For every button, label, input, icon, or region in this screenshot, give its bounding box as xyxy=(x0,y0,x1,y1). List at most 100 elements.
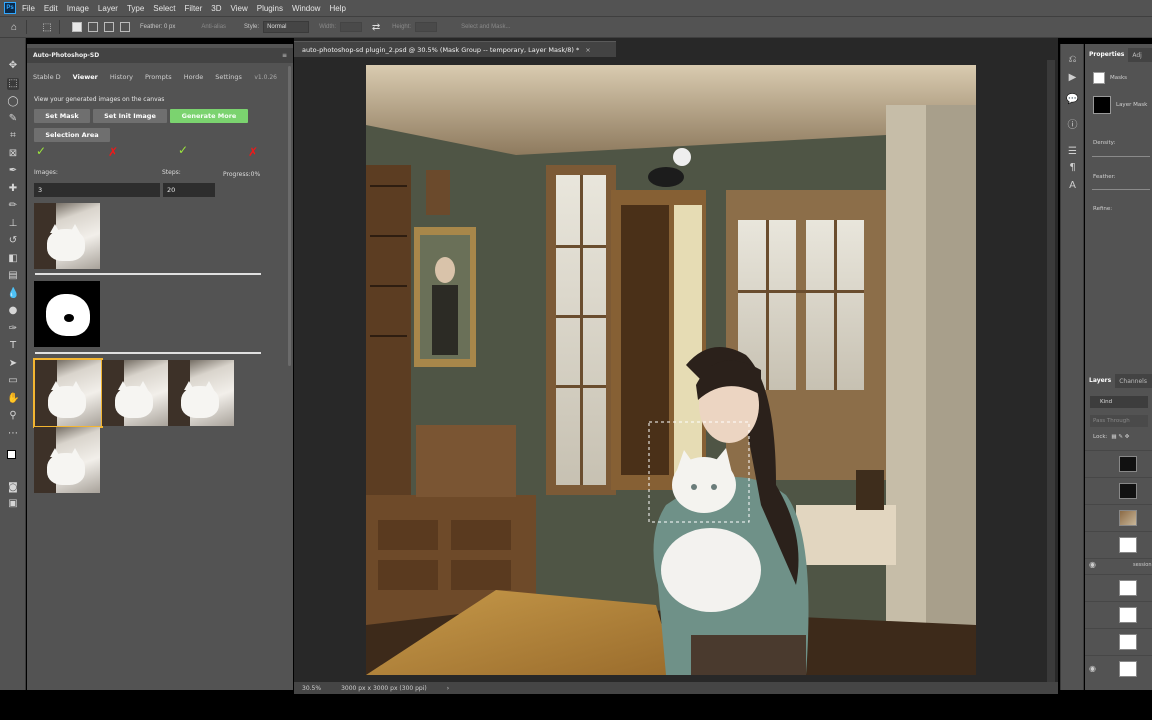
menu-file[interactable]: File xyxy=(22,4,35,13)
path-select-tool-icon[interactable]: ➤ xyxy=(7,358,19,370)
generated-image-thumbnail[interactable] xyxy=(33,358,103,428)
zoom-tool-icon[interactable]: ⚲ xyxy=(7,410,19,422)
quick-select-tool-icon[interactable]: ✎ xyxy=(7,113,19,125)
subtract-selection-icon[interactable] xyxy=(104,22,114,32)
foreground-color-swatch[interactable] xyxy=(7,450,16,459)
width-field[interactable] xyxy=(340,22,363,32)
tab-properties[interactable]: Properties xyxy=(1085,48,1129,62)
height-field[interactable] xyxy=(415,22,438,32)
healing-tool-icon[interactable]: ✚ xyxy=(7,183,19,195)
rectangle-tool-icon[interactable]: ▭ xyxy=(7,375,19,387)
layer-row[interactable] xyxy=(1085,477,1152,503)
tab-viewer[interactable]: Viewer xyxy=(73,73,98,81)
feather-slider[interactable] xyxy=(1092,189,1150,190)
info-panel-icon[interactable]: ⓘ xyxy=(1066,120,1079,132)
layer-mask-thumbnail[interactable] xyxy=(1093,96,1111,114)
screen-mode-icon[interactable]: ▣ xyxy=(7,498,19,510)
menu-window[interactable]: Window xyxy=(292,4,320,13)
dodge-tool-icon[interactable]: ● xyxy=(7,305,19,317)
move-tool-icon[interactable]: ✥ xyxy=(7,60,19,72)
intersect-selection-icon[interactable] xyxy=(120,22,130,32)
hand-tool-icon[interactable]: ✋ xyxy=(7,393,19,405)
brush-tool-icon[interactable]: ✏ xyxy=(7,200,19,212)
eyedropper-tool-icon[interactable]: ✒ xyxy=(7,165,19,177)
menu-view[interactable]: View xyxy=(231,4,248,13)
generated-image-thumbnail[interactable] xyxy=(34,427,100,493)
menu-plugins[interactable]: Plugins xyxy=(257,4,283,13)
tab-layers[interactable]: Layers xyxy=(1085,374,1116,388)
panel-menu-icon[interactable]: ≡ xyxy=(282,52,287,59)
tab-settings[interactable]: Settings xyxy=(215,73,242,81)
close-document-icon[interactable]: × xyxy=(585,46,590,54)
paragraph-panel-icon[interactable]: ¶ xyxy=(1066,162,1079,174)
frame-tool-icon[interactable]: ⊠ xyxy=(7,148,19,160)
layer-group-row[interactable]: ◉ session xyxy=(1085,558,1152,570)
density-slider[interactable] xyxy=(1092,156,1150,157)
menu-select[interactable]: Select xyxy=(153,4,175,13)
layer-row[interactable] xyxy=(1085,450,1152,476)
tab-prompts[interactable]: Prompts xyxy=(145,73,172,81)
lock-icons[interactable]: ▦ ✎ ✥ xyxy=(1111,434,1129,440)
quick-mask-icon[interactable]: ◙ xyxy=(7,482,19,494)
set-mask-button[interactable]: Set Mask xyxy=(34,109,90,123)
style-select[interactable]: Normal xyxy=(263,21,310,33)
tab-channels[interactable]: Channels xyxy=(1115,378,1151,385)
zoom-level[interactable]: 30.5% xyxy=(302,685,321,692)
adjustments-panel-icon[interactable]: ☰ xyxy=(1066,146,1079,158)
history-panel-icon[interactable]: ⎌ xyxy=(1066,54,1079,66)
stamp-tool-icon[interactable]: ⊥ xyxy=(7,218,19,230)
accept-mask-icon[interactable]: ✓ xyxy=(36,144,46,158)
steps-field[interactable]: 20 xyxy=(163,183,215,197)
actions-panel-icon[interactable]: ▶ xyxy=(1066,72,1079,84)
mask-thumbnail[interactable] xyxy=(34,281,100,347)
pen-tool-icon[interactable]: ✑ xyxy=(7,323,19,335)
menu-filter[interactable]: Filter xyxy=(185,4,203,13)
generated-image-thumbnail[interactable] xyxy=(168,360,234,426)
layer-row[interactable] xyxy=(1085,504,1152,530)
marquee-tool-icon[interactable]: ⬚ xyxy=(7,78,19,90)
canvas-vertical-scrollbar[interactable] xyxy=(1047,60,1055,682)
generate-more-button[interactable]: Generate More xyxy=(170,109,248,123)
set-init-image-button[interactable]: Set Init Image xyxy=(93,109,167,123)
layer-row[interactable] xyxy=(1085,601,1152,627)
images-count-field[interactable]: 3 xyxy=(34,183,160,197)
blur-tool-icon[interactable]: 💧 xyxy=(7,288,19,300)
gradient-tool-icon[interactable]: ▤ xyxy=(7,270,19,282)
tab-stable-diffusion[interactable]: Stable D xyxy=(33,73,61,81)
layer-row[interactable] xyxy=(1085,531,1152,557)
character-panel-icon[interactable]: A xyxy=(1066,180,1079,192)
marquee-preset-icon[interactable]: ⬚ xyxy=(41,21,53,33)
tab-adjustments[interactable]: Adj xyxy=(1128,52,1145,59)
layer-row[interactable] xyxy=(1085,628,1152,654)
reject-mask-icon[interactable]: ✗ xyxy=(108,145,118,159)
accept-selection-icon[interactable]: ✓ xyxy=(178,143,188,157)
layer-filter-select[interactable]: Kind xyxy=(1090,396,1148,408)
lasso-tool-icon[interactable]: ◯ xyxy=(7,96,19,108)
layer-row[interactable]: ◉ xyxy=(1085,655,1152,681)
feather-label[interactable]: Feather: 0 px xyxy=(140,24,175,30)
plugin-scrollbar[interactable] xyxy=(288,66,291,366)
document-tab[interactable]: auto-photoshop-sd plugin_2.psd @ 30.5% (… xyxy=(294,41,616,57)
status-arrow-icon[interactable]: › xyxy=(447,685,449,692)
comments-panel-icon[interactable]: 💬 xyxy=(1066,94,1079,106)
home-icon[interactable]: ⌂ xyxy=(8,21,20,33)
menu-help[interactable]: Help xyxy=(329,4,345,13)
init-image-thumbnail[interactable] xyxy=(34,203,100,269)
history-brush-tool-icon[interactable]: ↺ xyxy=(7,235,19,247)
tab-horde[interactable]: Horde xyxy=(184,73,204,81)
tab-history[interactable]: History xyxy=(110,73,133,81)
selection-area-button[interactable]: Selection Area xyxy=(34,128,110,142)
layer-row[interactable] xyxy=(1085,574,1152,600)
menu-edit[interactable]: Edit xyxy=(44,4,58,13)
crop-tool-icon[interactable]: ⌗ xyxy=(7,130,19,142)
add-selection-icon[interactable] xyxy=(88,22,98,32)
canvas-image[interactable] xyxy=(366,65,976,675)
select-and-mask-button[interactable]: Select and Mask... xyxy=(461,24,510,30)
menu-type[interactable]: Type xyxy=(127,4,144,13)
new-selection-icon[interactable] xyxy=(72,22,82,32)
generated-image-thumbnail[interactable] xyxy=(102,360,168,426)
more-tools-icon[interactable]: ⋯ xyxy=(7,428,19,440)
menu-image[interactable]: Image xyxy=(67,4,89,13)
reject-selection-icon[interactable]: ✗ xyxy=(248,145,258,159)
swap-icon[interactable]: ⇄ xyxy=(370,21,382,33)
